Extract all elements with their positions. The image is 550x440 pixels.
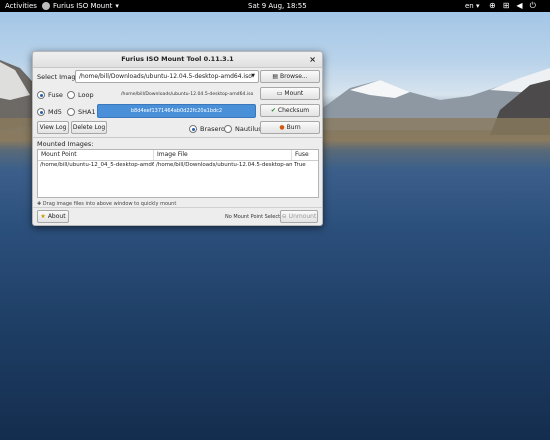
- brasero-radio[interactable]: Brasero: [189, 125, 225, 133]
- clock[interactable]: Sat 9 Aug, 18:55: [248, 2, 307, 10]
- mounted-images-table[interactable]: Mount Point Image File Fuse /home/bill/u…: [37, 149, 319, 198]
- view-log-button[interactable]: View Log: [37, 121, 69, 134]
- checksum-field[interactable]: b8d4eef1371464ab0d22fc20a1bdc2: [97, 104, 256, 118]
- nautilus-radio[interactable]: Nautilus: [224, 125, 262, 133]
- burn-button[interactable]: ● Burn: [260, 121, 320, 134]
- checksum-button[interactable]: ✔ Checksum: [260, 104, 320, 117]
- eject-icon: ⊖: [281, 213, 287, 220]
- fuse-label: Fuse: [48, 91, 63, 99]
- burn-icon: ●: [279, 124, 285, 131]
- column-header-image-file[interactable]: Image File: [154, 150, 292, 160]
- mount-point-cell: /home/bill/ubuntu-12_04_5-desktop-amd64_…: [40, 162, 154, 168]
- network-icon: ⊞: [502, 1, 510, 10]
- window-title: Furius ISO Mount Tool 0.11.3.1: [121, 55, 234, 63]
- app-menu[interactable]: Furius ISO Mount ▾: [42, 2, 119, 10]
- loop-label: Loop: [78, 91, 94, 99]
- chevron-down-icon: ▼: [251, 73, 255, 79]
- divider: [33, 207, 322, 208]
- top-bar: Activities Furius ISO Mount ▾ Sat 9 Aug,…: [0, 0, 550, 12]
- power-icon: ⏻: [529, 1, 536, 10]
- fuse-radio[interactable]: Fuse: [37, 91, 63, 99]
- status-text: No Mount Point Selected: [225, 214, 287, 220]
- column-header-mount-point[interactable]: Mount Point: [38, 150, 154, 160]
- accessibility-icon: ⊕: [489, 1, 496, 10]
- disc-icon: ▭: [276, 90, 283, 97]
- table-header: Mount Point Image File Fuse: [38, 150, 318, 161]
- furius-iso-mount-window: Furius ISO Mount Tool 0.11.3.1 × Select …: [32, 51, 323, 226]
- nautilus-label: Nautilus: [235, 125, 262, 133]
- radio-selected-icon: [37, 108, 45, 116]
- image-path-value: /home/bill/Downloads/ubuntu-12.04.5-desk…: [79, 73, 252, 80]
- app-menu-label: Furius ISO Mount: [53, 2, 113, 10]
- table-row[interactable]: /home/bill/ubuntu-12_04_5-desktop-amd64_…: [38, 161, 318, 170]
- radio-selected-icon: [189, 125, 197, 133]
- radio-unselected-icon: [224, 125, 232, 133]
- lang-label: en: [465, 2, 474, 10]
- mount-label: Mount: [284, 90, 304, 97]
- radio-unselected-icon: [67, 108, 75, 116]
- folder-icon: ▤: [272, 73, 279, 80]
- column-header-fuse[interactable]: Fuse: [292, 150, 318, 160]
- loop-radio[interactable]: Loop: [67, 91, 94, 99]
- burn-label: Burn: [286, 124, 301, 131]
- unmount-button[interactable]: ⊖ Unmount: [280, 210, 318, 223]
- about-icon: ★: [40, 213, 46, 220]
- mount-path-preview: /home/bill/Downloads/ubuntu-12.04.5-desk…: [121, 92, 254, 97]
- browse-button[interactable]: ▤ Browse...: [260, 70, 320, 83]
- about-button[interactable]: ★ About: [37, 210, 69, 223]
- md5-label: Md5: [48, 108, 62, 116]
- divider: [33, 137, 322, 138]
- volume-icon: ◀: [516, 1, 523, 10]
- browse-label: Browse...: [280, 73, 308, 80]
- activities-button[interactable]: Activities: [5, 2, 37, 10]
- system-tray[interactable]: ⊕ ⊞ ◀ ⏻: [489, 1, 536, 11]
- radio-unselected-icon: [67, 91, 75, 99]
- about-label: About: [47, 213, 66, 220]
- sha1-label: SHA1: [78, 108, 96, 116]
- mounted-images-label: Mounted Images:: [37, 140, 94, 148]
- delete-log-button[interactable]: Delete Log: [71, 121, 107, 134]
- unmount-label: Unmount: [288, 213, 317, 220]
- brasero-label: Brasero: [200, 125, 226, 133]
- chevron-down-icon: ▾: [115, 2, 119, 10]
- keyboard-layout-indicator[interactable]: en ▾: [465, 2, 480, 10]
- checksum-label: Checksum: [277, 107, 310, 114]
- select-image-label: Select Image: [37, 73, 80, 81]
- window-titlebar[interactable]: Furius ISO Mount Tool 0.11.3.1 ×: [33, 52, 322, 68]
- mount-button[interactable]: ▭ Mount: [260, 87, 320, 100]
- checkmark-icon: ✔: [270, 107, 276, 114]
- close-icon[interactable]: ×: [309, 52, 316, 67]
- image-path-combo[interactable]: /home/bill/Downloads/ubuntu-12.04.5-desk…: [75, 70, 259, 83]
- radio-selected-icon: [37, 91, 45, 99]
- md5-radio[interactable]: Md5: [37, 108, 62, 116]
- sha1-radio[interactable]: SHA1: [67, 108, 96, 116]
- app-icon: [42, 2, 50, 10]
- image-file-cell: /home/bill/Downloads/ubuntu-12.04.5-desk…: [156, 162, 292, 168]
- fuse-cell: True: [294, 162, 306, 168]
